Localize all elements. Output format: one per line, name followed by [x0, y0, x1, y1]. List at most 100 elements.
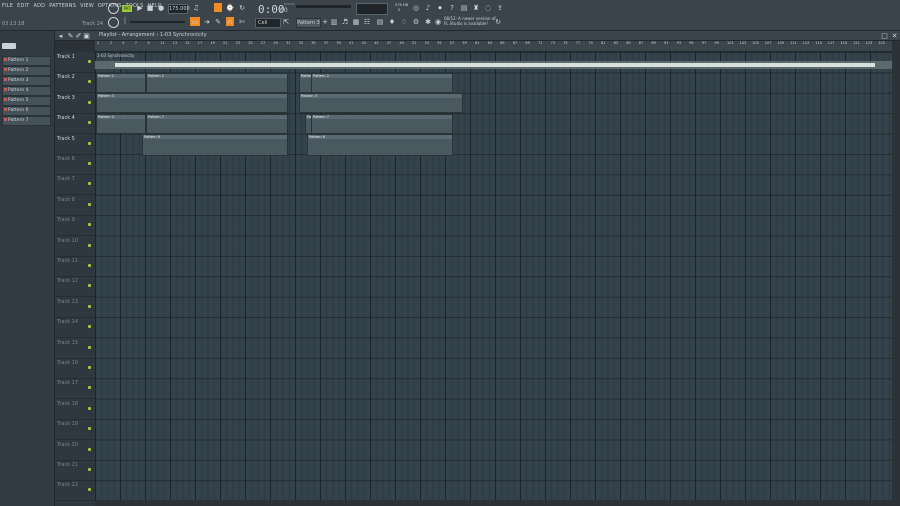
loop-record-icon[interactable]: ↻ [238, 4, 246, 12]
pattern-clip[interactable]: Pattern 6 [142, 134, 288, 156]
song-position-slider[interactable] [296, 5, 351, 8]
pattern-clip[interactable]: Pattern 3 [96, 93, 288, 113]
track-mute-led[interactable] [88, 80, 91, 84]
track-header[interactable]: Track 18 [55, 399, 95, 420]
mixer-view-icon[interactable]: ☷ [363, 18, 371, 26]
menu-file[interactable]: FILE [2, 3, 13, 9]
pattern-clip[interactable]: Pattern 2 [146, 73, 288, 93]
mixer-icon[interactable]: ♪ [424, 4, 432, 12]
playlist-mode-icon[interactable]: ▭ [190, 17, 200, 26]
track-header[interactable]: Track 10 [55, 236, 95, 257]
track-mute-led[interactable] [88, 284, 91, 288]
track-header[interactable]: Track 22 [55, 480, 95, 502]
pattern-clip[interactable]: Pattern 6 [307, 134, 453, 156]
step-icon[interactable]: ⇱ [282, 18, 290, 26]
track-mute-led[interactable] [88, 223, 91, 227]
browser-pattern-item[interactable]: Pattern 2 [2, 66, 51, 76]
track-header[interactable]: Track 9 [55, 215, 95, 237]
browser-pattern-item[interactable]: Pattern 1 [2, 56, 51, 66]
menu-patterns[interactable]: PATTERNS [49, 3, 76, 9]
track-header[interactable]: Track 20 [55, 440, 95, 461]
track-header[interactable]: Track 5 [55, 134, 95, 155]
audio-clip[interactable]: 1-03 Synchronicity [95, 53, 892, 69]
track-header[interactable]: Track 16 [55, 358, 95, 379]
pattern-clip[interactable]: Pattern 4 [96, 114, 146, 134]
maximize-icon[interactable]: □ [881, 32, 888, 40]
browser-all-button[interactable] [2, 43, 16, 49]
track-header[interactable]: Track 8 [55, 195, 95, 216]
playlist-menu-icon[interactable]: ◂ [57, 32, 64, 40]
magnet-icon[interactable]: ∩ [226, 17, 234, 26]
track-header[interactable]: Track 6 [55, 154, 95, 175]
master-pitch-icon[interactable]: ⏐ [122, 17, 128, 26]
macros-icon[interactable]: ✱ [424, 18, 432, 26]
track-mute-led[interactable] [88, 386, 91, 390]
track-header[interactable]: Track 15 [55, 338, 95, 359]
track-mute-led[interactable] [88, 304, 91, 308]
wait-icon[interactable] [214, 3, 222, 12]
help-icon[interactable]: ? [448, 4, 456, 12]
tempo-display[interactable]: 175.000 [168, 4, 190, 14]
pitch-knob[interactable] [108, 17, 119, 28]
track-mute-led[interactable] [88, 488, 91, 492]
track-mute-led[interactable] [88, 406, 91, 410]
piano-roll-icon[interactable]: ♬ [341, 18, 349, 26]
snap-select[interactable]: Cell [255, 18, 281, 28]
track-mute-led[interactable] [88, 325, 91, 329]
select-tool-icon[interactable]: ▣ [83, 32, 90, 40]
track-mute-led[interactable] [88, 264, 91, 267]
menu-add[interactable]: ADD [33, 3, 45, 9]
track-header[interactable]: Track 4 [55, 113, 95, 135]
refresh-icon[interactable]: ↻ [494, 18, 502, 26]
stop-icon[interactable]: ■ [146, 4, 154, 12]
pencil-tool-icon[interactable]: ✎ [67, 32, 74, 40]
track-header[interactable]: Track 7 [55, 174, 95, 196]
browser-pattern-item[interactable]: Pattern 4 [2, 86, 51, 96]
online-icon[interactable]: ◌ [484, 4, 492, 12]
arrangement-grid[interactable]: 1-03 Synchronicity Pattern 1 Pattern 2 P… [95, 52, 892, 502]
countdown-icon[interactable]: ⌚ [226, 4, 235, 12]
track-mute-led[interactable] [88, 141, 91, 145]
track-header[interactable]: Track 3 [55, 93, 95, 114]
track-mute-led[interactable] [88, 243, 91, 247]
pat-song-toggle[interactable]: PAT [122, 5, 132, 12]
microphone-icon[interactable]: ⏺ [436, 4, 444, 12]
output-icon[interactable]: ⇪ [496, 4, 504, 12]
slice-icon[interactable]: ✄ [238, 18, 246, 26]
pattern-clip[interactable]: Pattern 3 [299, 93, 463, 113]
pattern-clip[interactable]: Pattern 1 [96, 73, 146, 93]
track-mute-led[interactable] [88, 100, 91, 104]
track-mute-led[interactable] [88, 366, 91, 369]
track-mute-led[interactable] [88, 182, 91, 186]
metronome-icon[interactable]: ♫ [192, 4, 200, 12]
track-mute-led[interactable] [88, 162, 91, 165]
pattern-clip[interactable]: Pattern 2 [311, 73, 453, 93]
project-info-icon[interactable]: ⚙ [412, 18, 420, 26]
track-header[interactable]: Track 2 [55, 72, 95, 94]
track-header[interactable]: Track 14 [55, 317, 95, 339]
pattern-clip[interactable]: Pattern 7 [146, 114, 288, 134]
browser-pattern-item[interactable]: Pattern 7 [2, 116, 51, 126]
track-mute-led[interactable] [88, 60, 91, 63]
browser-pattern-item[interactable]: Pattern 6 [2, 106, 51, 116]
touch-keyboard-icon[interactable]: ♢ [400, 18, 408, 26]
master-volume-knob[interactable] [108, 3, 119, 14]
menu-edit[interactable]: EDIT [17, 3, 29, 9]
track-mute-led[interactable] [88, 468, 91, 471]
playlist-icon[interactable]: ▥ [330, 18, 338, 26]
master-pitch-slider[interactable] [130, 21, 185, 23]
add-pattern-icon[interactable]: + [322, 18, 328, 26]
pencil-icon[interactable]: ✎ [214, 18, 222, 26]
horizontal-scrollbar[interactable] [95, 500, 892, 506]
browser-pattern-item[interactable]: Pattern 5 [2, 96, 51, 106]
brush-tool-icon[interactable]: ✐ [75, 32, 82, 40]
track-header[interactable]: Track 11 [55, 256, 95, 277]
menu-view[interactable]: VIEW [80, 3, 94, 9]
plugin-picker-icon[interactable]: ♦ [388, 18, 396, 26]
timeline-ruler[interactable]: 2 3 5 7 9 11 13 15 17 19 21 23 25 27 29 31 33 35 37 39 41 43 4… [95, 41, 892, 52]
cpu-icon[interactable]: ◎ [412, 4, 420, 12]
track-mute-led[interactable] [88, 345, 91, 349]
vertical-scrollbar[interactable] [892, 41, 900, 506]
play-icon[interactable]: ▶ [136, 4, 144, 12]
track-header[interactable]: Track 1 [55, 52, 95, 73]
